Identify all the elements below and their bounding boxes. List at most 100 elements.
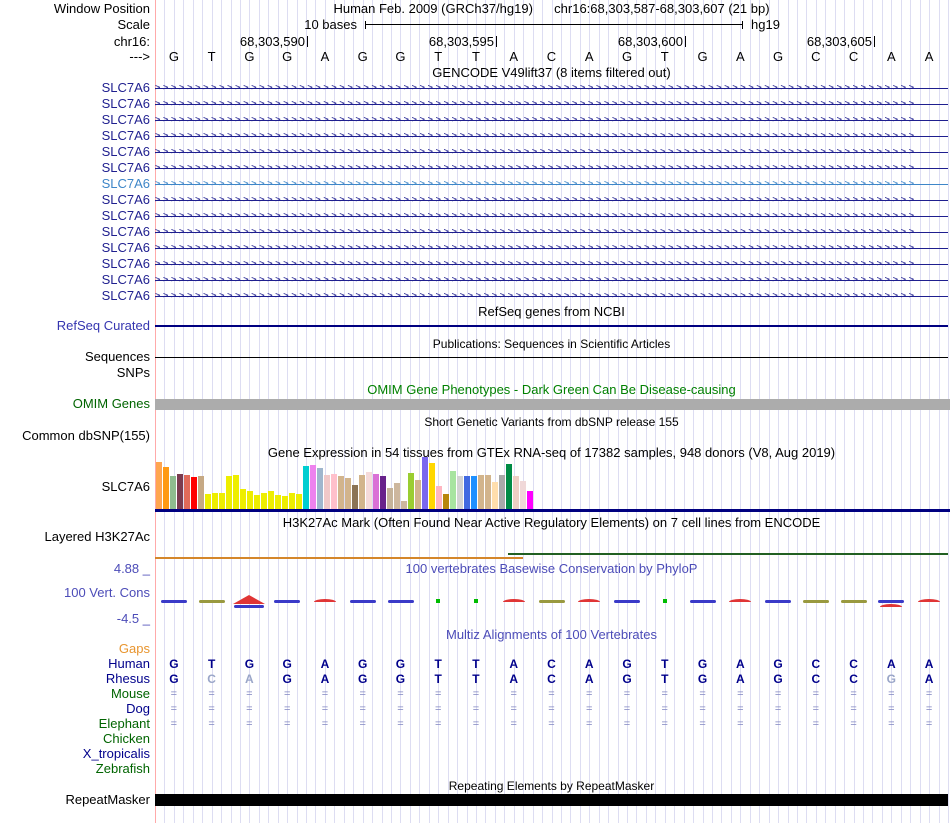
omim-genes-label[interactable]: OMIM Genes — [0, 397, 150, 411]
species-label-elephant[interactable]: Elephant — [0, 717, 150, 731]
species-label-dog[interactable]: Dog — [0, 702, 150, 716]
alignment-double-line: = — [699, 718, 706, 730]
gene-label[interactable]: SLC7A6 — [0, 225, 150, 239]
alignment-double-line: = — [283, 688, 291, 700]
gene-row-arrows[interactable]: >>>>>>>>>>>>>>>>>>>>>>>>>>>>>>>>>>>>>>>>… — [155, 224, 948, 240]
conservation-dot — [436, 599, 441, 603]
alignment-double-line: = — [321, 703, 329, 715]
gene-row-arrows[interactable]: >>>>>>>>>>>>>>>>>>>>>>>>>>>>>>>>>>>>>>>>… — [155, 208, 948, 224]
gtex-bar — [211, 493, 218, 509]
gene-label[interactable]: SLC7A6 — [0, 241, 150, 255]
gene-row-arrows[interactable]: >>>>>>>>>>>>>>>>>>>>>>>>>>>>>>>>>>>>>>>>… — [155, 160, 948, 176]
gtex-bar — [379, 476, 386, 509]
gene-label[interactable]: SLC7A6 — [0, 193, 150, 207]
repeatmasker-track-title: Repeating Elements by RepeatMasker — [448, 779, 655, 793]
refseq-curated-label[interactable]: RefSeq Curated — [0, 319, 150, 333]
alignment-double-line: = — [925, 703, 933, 715]
gene-row-arrows[interactable]: >>>>>>>>>>>>>>>>>>>>>>>>>>>>>>>>>>>>>>>>… — [155, 256, 948, 272]
gtex-bar — [512, 476, 519, 509]
refseq-track-title: RefSeq genes from NCBI — [478, 304, 625, 319]
gene-row-arrows[interactable]: >>>>>>>>>>>>>>>>>>>>>>>>>>>>>>>>>>>>>>>>… — [155, 80, 948, 96]
gene-label[interactable]: SLC7A6 — [0, 257, 150, 271]
gtex-bar — [351, 485, 358, 509]
snps-label[interactable]: SNPs — [0, 366, 150, 380]
gene-label[interactable]: SLC7A6 — [0, 273, 150, 287]
conservation-bar — [198, 600, 225, 603]
gtex-bar — [442, 494, 449, 509]
gene-label[interactable]: SLC7A6 — [0, 289, 150, 303]
gtex-bar — [344, 478, 351, 509]
repeatmasker-element-bar[interactable] — [155, 794, 948, 806]
gtex-bar — [295, 494, 302, 509]
sequences-label[interactable]: Sequences — [0, 350, 150, 364]
gene-label[interactable]: SLC7A6 — [0, 161, 150, 175]
gtex-gene-label[interactable]: SLC7A6 — [0, 480, 150, 494]
gene-row-arrows[interactable]: >>>>>>>>>>>>>>>>>>>>>>>>>>>>>>>>>>>>>>>>… — [155, 128, 948, 144]
gtex-bar — [155, 462, 162, 509]
alignment-double-line: = — [548, 718, 555, 730]
alignment-base: T — [661, 672, 669, 686]
conservation-bar — [274, 600, 301, 603]
gene-row-arrows[interactable]: >>>>>>>>>>>>>>>>>>>>>>>>>>>>>>>>>>>>>>>>… — [155, 144, 948, 160]
alignment-double-line: = — [359, 688, 366, 700]
alignment-double-line: = — [548, 703, 555, 715]
species-label-x_tropicalis[interactable]: X_tropicalis — [0, 747, 150, 761]
conservation-dip — [729, 599, 752, 602]
common-dbsnp-label[interactable]: Common dbSNP(155) — [0, 429, 150, 443]
alignment-base: G — [282, 672, 292, 686]
gene-label[interactable]: SLC7A6 — [0, 129, 150, 143]
conservation-peak — [233, 595, 266, 604]
alignment-double-line: = — [586, 688, 593, 700]
layered-h3k27ac-label[interactable]: Layered H3K27Ac — [0, 530, 150, 544]
alignment-base: G — [282, 657, 292, 671]
repeatmasker-label[interactable]: RepeatMasker — [0, 793, 150, 807]
alignment-base: G — [169, 657, 179, 671]
gene-row-arrows[interactable]: >>>>>>>>>>>>>>>>>>>>>>>>>>>>>>>>>>>>>>>>… — [155, 176, 948, 192]
strand-label: ---> — [129, 49, 150, 64]
species-label-rhesus[interactable]: Rhesus — [0, 672, 150, 686]
gene-row-arrows[interactable]: >>>>>>>>>>>>>>>>>>>>>>>>>>>>>>>>>>>>>>>>… — [155, 272, 948, 288]
gene-row-arrows[interactable]: >>>>>>>>>>>>>>>>>>>>>>>>>>>>>>>>>>>>>>>>… — [155, 192, 948, 208]
omim-track-title: OMIM Gene Phenotypes - Dark Green Can Be… — [367, 382, 736, 397]
sequence-base: G — [244, 49, 255, 64]
refseq-gene-line[interactable] — [155, 325, 948, 327]
omim-gene-bar[interactable] — [155, 399, 950, 410]
alignment-base: T — [207, 657, 216, 671]
species-label-chicken[interactable]: Chicken — [0, 732, 150, 746]
gencode-track-title: GENCODE V49lift37 (8 items filtered out) — [432, 65, 671, 80]
alignment-base: C — [849, 672, 858, 686]
gene-label[interactable]: SLC7A6 — [0, 145, 150, 159]
alignment-double-line: = — [170, 718, 178, 730]
species-label-gaps[interactable]: Gaps — [0, 642, 150, 656]
gtex-bar — [176, 474, 183, 509]
conservation-dot — [662, 599, 667, 603]
gene-label[interactable]: SLC7A6 — [0, 209, 150, 223]
species-label-mouse[interactable]: Mouse — [0, 687, 150, 701]
gene-label[interactable]: SLC7A6 — [0, 113, 150, 127]
alignment-double-line: = — [397, 718, 404, 730]
gene-label[interactable]: SLC7A6 — [0, 97, 150, 111]
coordinate-label: 68,303,600 — [617, 34, 683, 49]
alignment-double-line: = — [661, 703, 668, 715]
gene-label[interactable]: SLC7A6 — [0, 81, 150, 95]
gene-row-arrows[interactable]: >>>>>>>>>>>>>>>>>>>>>>>>>>>>>>>>>>>>>>>>… — [155, 96, 948, 112]
alignment-double-line: = — [661, 718, 668, 730]
publications-track-title: Publications: Sequences in Scientific Ar… — [432, 337, 671, 351]
gene-label[interactable]: SLC7A6 — [0, 177, 150, 191]
alignment-base: A — [320, 657, 330, 671]
gene-row-arrows[interactable]: >>>>>>>>>>>>>>>>>>>>>>>>>>>>>>>>>>>>>>>>… — [155, 112, 948, 128]
vert-cons-label[interactable]: 100 Vert. Cons — [0, 586, 150, 600]
gene-row-arrows[interactable]: >>>>>>>>>>>>>>>>>>>>>>>>>>>>>>>>>>>>>>>>… — [155, 288, 948, 304]
gtex-bar — [428, 463, 435, 509]
alignment-base: G — [395, 657, 406, 671]
sequences-line[interactable] — [155, 357, 948, 358]
alignment-base: G — [622, 657, 632, 671]
coordinate-label: 68,303,595 — [428, 34, 494, 49]
alignment-double-line: = — [434, 718, 442, 730]
alignment-double-line: = — [472, 703, 480, 715]
species-label-human[interactable]: Human — [0, 657, 150, 671]
species-label-zebrafish[interactable]: Zebrafish — [0, 762, 150, 776]
conservation-bar — [878, 600, 905, 603]
h3k27ac-track-title: H3K27Ac Mark (Often Found Near Active Re… — [282, 515, 821, 530]
gene-row-arrows[interactable]: >>>>>>>>>>>>>>>>>>>>>>>>>>>>>>>>>>>>>>>>… — [155, 240, 948, 256]
